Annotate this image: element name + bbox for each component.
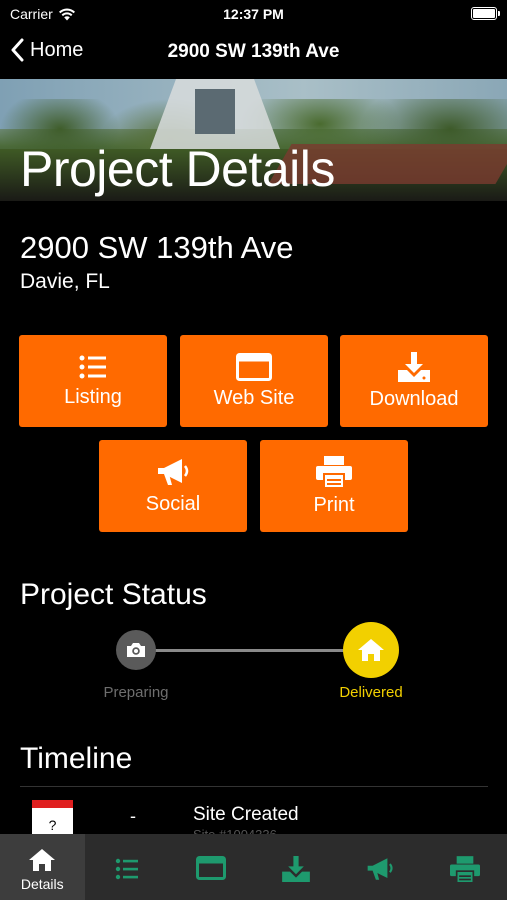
browser-window-icon: [196, 856, 227, 880]
back-button[interactable]: Home: [10, 38, 83, 62]
home-icon: [29, 849, 56, 871]
social-button[interactable]: Social: [99, 440, 247, 532]
page-title: Project Details: [20, 141, 335, 197]
megaphone-icon: [158, 458, 189, 485]
web-site-button[interactable]: Web Site: [180, 335, 328, 427]
tab-print[interactable]: [423, 834, 507, 900]
download-icon: [281, 856, 310, 882]
status-progress-line: [136, 649, 371, 652]
step-preparing: [116, 630, 156, 670]
home-icon: [358, 639, 384, 661]
address-city: Davie, FL: [20, 270, 110, 293]
calendar-icon: ?: [32, 800, 73, 838]
chevron-left-icon: [11, 38, 24, 62]
social-label: Social: [145, 492, 201, 515]
tab-web-site[interactable]: [169, 834, 254, 900]
status-time: 12:37 PM: [223, 6, 284, 22]
tab-social[interactable]: [338, 834, 423, 900]
project-status-title: Project Status: [20, 578, 207, 611]
step-delivered-label: Delivered: [339, 684, 403, 701]
download-icon: [398, 351, 430, 382]
step-delivered: [343, 622, 399, 678]
status-bar: Carrier 12:37 PM: [0, 0, 507, 28]
back-label: Home: [30, 38, 84, 61]
print-label: Print: [313, 493, 355, 516]
listing-label: Listing: [64, 385, 122, 408]
megaphone-icon: [367, 858, 393, 880]
tab-details[interactable]: Details: [0, 834, 85, 900]
timeline-title: Timeline: [20, 742, 133, 775]
navigation-bar: Home 2900 SW 139th Ave: [0, 30, 507, 76]
print-button[interactable]: Print: [260, 440, 408, 532]
battery-icon: [471, 7, 500, 20]
list-icon: [79, 355, 106, 378]
timeline-dash: -: [130, 806, 136, 826]
printer-icon: [316, 455, 352, 488]
timeline-entry-title: Site Created: [193, 804, 299, 825]
browser-window-icon: [236, 352, 272, 381]
download-button[interactable]: Download: [340, 335, 488, 427]
list-icon: [115, 858, 138, 880]
printer-icon: [449, 856, 480, 883]
battery-level: [473, 9, 495, 18]
web-site-label: Web Site: [213, 386, 295, 409]
camera-icon: [127, 643, 145, 657]
tab-bar: Details: [0, 834, 507, 900]
tab-download[interactable]: [254, 834, 339, 900]
address-street: 2900 SW 139th Ave: [20, 230, 294, 265]
download-label: Download: [369, 387, 459, 410]
tab-listing[interactable]: [85, 834, 170, 900]
step-preparing-label: Preparing: [103, 684, 169, 701]
timeline-date: ?: [48, 817, 57, 833]
tab-details-label: Details: [20, 876, 64, 892]
listing-button[interactable]: Listing: [19, 335, 167, 427]
timeline-divider: [20, 786, 488, 787]
